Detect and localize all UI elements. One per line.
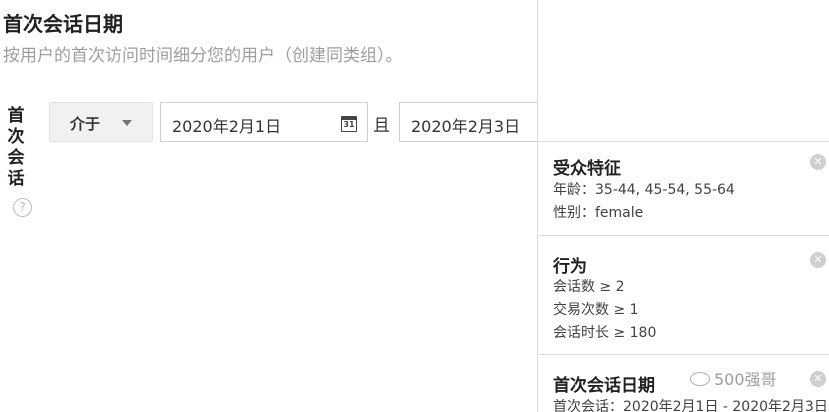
watermark-text: 500强哥 xyxy=(714,370,777,389)
remove-icon[interactable]: ✕ xyxy=(810,154,826,170)
date-conjunction: 且 xyxy=(373,116,390,136)
end-date-value: 2020年2月3日 xyxy=(411,117,521,136)
wechat-icon xyxy=(690,372,710,386)
card-line: 会话时长 ≥ 180 xyxy=(553,325,657,341)
operator-select-value: 介于 xyxy=(70,115,101,133)
start-date-value: 2020年2月1日 xyxy=(172,117,282,136)
summary-card-first-session-date: 首次会话日期 首次会话：2020年2月1日 - 2020年2月3日 ✕ xyxy=(538,354,829,412)
card-line: 交易次数 ≥ 1 xyxy=(553,302,639,318)
section-title: 首次会话日期 xyxy=(3,12,123,36)
card-title: 首次会话日期 xyxy=(553,376,655,396)
summary-card-demographics: 受众特征 年龄：35-44, 45-54, 55-64 性别：female ✕ xyxy=(538,141,829,235)
card-title: 行为 xyxy=(553,257,587,277)
start-date-field[interactable]: 2020年2月1日 31 xyxy=(160,102,368,142)
card-line: 年龄：35-44, 45-54, 55-64 xyxy=(553,182,735,198)
section-subtitle: 按用户的首次访问时间细分您的用户（创建同类组）。 xyxy=(3,46,403,66)
remove-icon[interactable]: ✕ xyxy=(810,371,826,387)
help-icon[interactable]: ? xyxy=(13,198,32,217)
chevron-down-icon xyxy=(122,120,132,126)
end-date-field[interactable]: 2020年2月3日 xyxy=(399,102,537,142)
calendar-icon[interactable]: 31 xyxy=(341,116,357,132)
watermark: 500强哥 xyxy=(690,366,777,390)
operator-select[interactable]: 介于 xyxy=(49,102,153,142)
card-line: 性别：female xyxy=(553,205,644,221)
first-session-label: 首次会话 xyxy=(7,106,25,189)
segment-summary-panel: 受众特征 年龄：35-44, 45-54, 55-64 性别：female ✕ … xyxy=(537,0,829,412)
card-title: 受众特征 xyxy=(553,159,621,179)
card-line: 会话数 ≥ 2 xyxy=(553,279,625,295)
summary-card-behavior: 行为 会话数 ≥ 2 交易次数 ≥ 1 会话时长 ≥ 180 ✕ xyxy=(538,235,829,354)
remove-icon[interactable]: ✕ xyxy=(810,252,826,268)
segment-editor-main: 首次会话日期 按用户的首次访问时间细分您的用户（创建同类组）。 首次会话 ? 介… xyxy=(0,0,537,412)
card-line: 首次会话：2020年2月1日 - 2020年2月3日 xyxy=(553,399,828,412)
